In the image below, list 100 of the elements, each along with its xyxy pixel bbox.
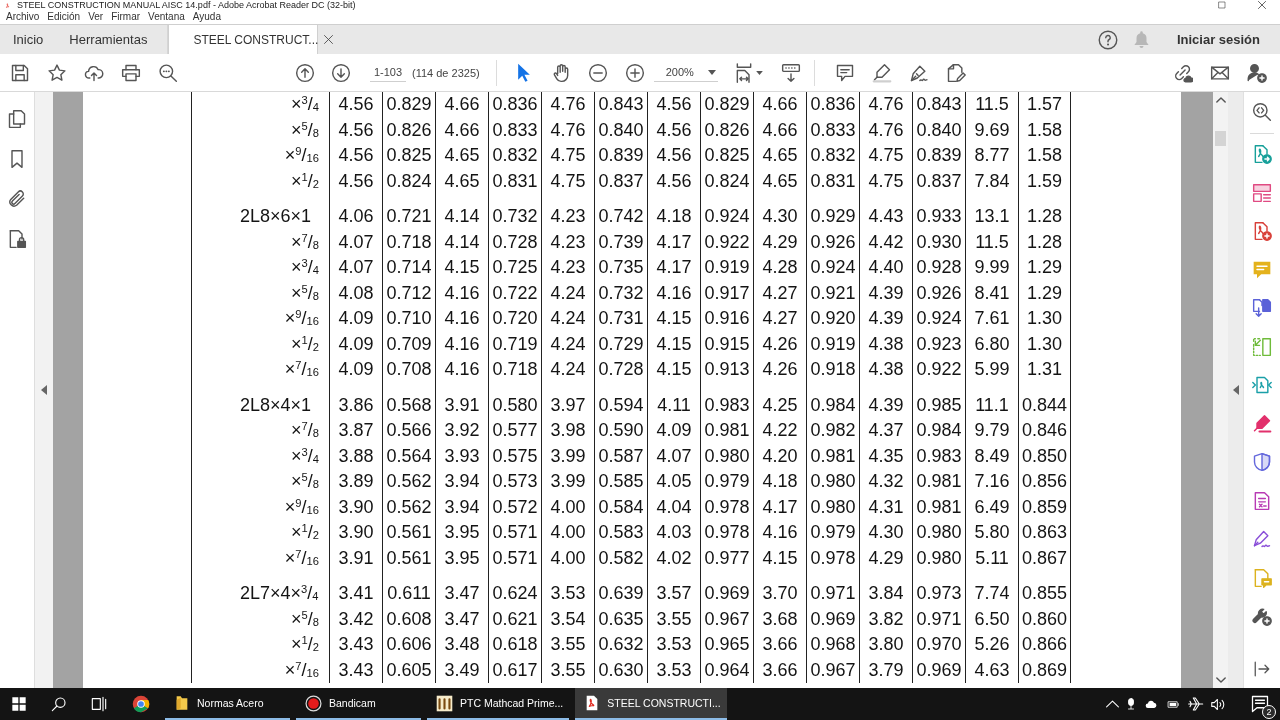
up-caret-icon[interactable] [1215,97,1226,103]
table-cell: 3.43 [329,657,382,683]
table-cell: 4.25 [753,392,806,418]
notification-icon[interactable] [1251,695,1269,713]
tool-add-icon[interactable] [1252,606,1272,626]
form-icon[interactable] [1252,490,1272,511]
menu-item[interactable]: Edición [47,10,81,24]
comment-icon[interactable] [834,62,855,83]
left-triangle-icon[interactable] [1232,385,1239,395]
compress-icon[interactable] [1252,375,1272,395]
taskbar-button[interactable]: Normas Acero [165,688,290,720]
folder-icon[interactable] [174,694,190,712]
table-cell: 4.39 [859,280,912,306]
table-cell: 4.56 [329,168,382,194]
chevron-up-icon[interactable] [1106,700,1119,708]
left-triangle-icon[interactable] [41,385,47,395]
scroll-thumb[interactable] [1215,131,1226,146]
table-cell: 4.15 [647,331,700,357]
search-icon[interactable] [158,62,178,83]
caret-icon[interactable] [755,70,763,75]
table-cell: 0.926 [912,280,965,306]
table-cell: 0.977 [700,545,753,571]
zoom-out-icon[interactable] [587,62,608,83]
close-icon[interactable] [1258,1,1266,9]
maximize-icon[interactable] [1218,1,1226,9]
pages-icon[interactable] [7,109,27,129]
table-cell: 3.53 [647,632,700,658]
taskbar-button[interactable]: PTC Mathcad Prime... [427,688,570,720]
windows-logo-icon[interactable] [11,696,27,712]
paperclip-icon[interactable] [7,189,27,209]
combine-files-icon[interactable] [1252,298,1272,318]
zoom-in-icon[interactable] [624,62,645,83]
cloud-icon[interactable] [1143,698,1159,710]
menu-item[interactable]: Ventana [148,10,185,24]
sign-in-button[interactable]: Iniciar sesión [1176,32,1260,47]
add-pdf-icon[interactable] [1252,221,1272,241]
table-cell: 3.91 [435,392,488,418]
table-cell: 0.829 [382,92,435,118]
scroll-mode-icon[interactable] [780,62,801,83]
save-icon[interactable] [10,62,30,83]
table-cell: 0.710 [382,306,435,332]
microphone-icon[interactable] [1125,696,1137,712]
export-pdf-icon[interactable] [1252,144,1272,164]
table-cell: 0.562 [382,469,435,495]
table-cell: 0.729 [594,331,647,357]
shield-icon[interactable] [1252,452,1272,472]
table-cell: 3.54 [541,606,594,632]
table-cell: 3.41 [329,581,382,607]
table-cell: 0.739 [594,229,647,255]
table-cell: 3.47 [435,581,488,607]
caret-icon[interactable] [707,69,716,75]
table-cell: 0.635 [594,606,647,632]
link-icon[interactable] [1173,62,1193,83]
taskbar-button[interactable]: STEEL CONSTRUCTI... [575,688,727,720]
zoom-icon[interactable] [1252,102,1272,122]
collapse-panel-icon[interactable] [1253,660,1271,678]
record-icon[interactable] [305,694,322,712]
highlighter-icon[interactable] [1252,413,1272,434]
taskbar-button[interactable]: Bandicam [296,688,421,720]
table-cell: 0.929 [806,204,859,230]
search-icon[interactable] [51,696,67,712]
task-view-icon[interactable] [91,696,107,712]
menu-item[interactable]: Firmar [111,10,141,24]
menu-item[interactable]: Ayuda [192,10,221,24]
close-icon[interactable] [324,35,334,44]
table-cell: 4.56 [647,92,700,118]
table-cell: 4.66 [753,117,806,143]
tab[interactable]: Inicio [0,25,57,54]
table-cell: 0.979 [806,520,859,546]
table-cell: 3.55 [541,657,594,683]
print-icon[interactable] [121,62,141,83]
page-field[interactable]: 1-103 [370,63,406,82]
signature-icon[interactable] [1252,529,1272,549]
browser-icon[interactable] [132,695,150,713]
table-cell: 0.982 [806,418,859,444]
menu-item[interactable]: Ver [88,10,104,24]
highlighter-icon[interactable] [871,62,892,83]
down-caret-icon[interactable] [1215,677,1226,683]
airplane-icon[interactable] [1188,696,1204,712]
table-cell: 1.29 [1018,280,1071,306]
table-cell: 0.731 [594,306,647,332]
table-cell: 0.923 [912,331,965,357]
table-cell: 0.825 [700,143,753,169]
add-user-icon[interactable] [1247,62,1267,83]
app-tile-icon[interactable] [436,694,453,712]
table-cell: 4.63 [965,657,1018,683]
volume-icon[interactable] [1210,696,1226,712]
table-cell: 0.981 [700,418,753,444]
table-cell: 0.968 [806,632,859,658]
scrollbar[interactable] [1213,92,1228,688]
document-lock-icon[interactable] [7,229,27,249]
help-icon[interactable] [1097,29,1118,50]
zoom-field[interactable]: 200% [653,63,718,82]
layout-icon[interactable] [1252,182,1272,203]
battery-icon[interactable] [1165,698,1182,710]
star-icon[interactable] [47,62,67,83]
table-cell: 4.15 [753,545,806,571]
menu-item[interactable]: Archivo [6,10,40,24]
edit-document-icon[interactable] [945,62,966,83]
table-cell: 4.75 [859,143,912,169]
